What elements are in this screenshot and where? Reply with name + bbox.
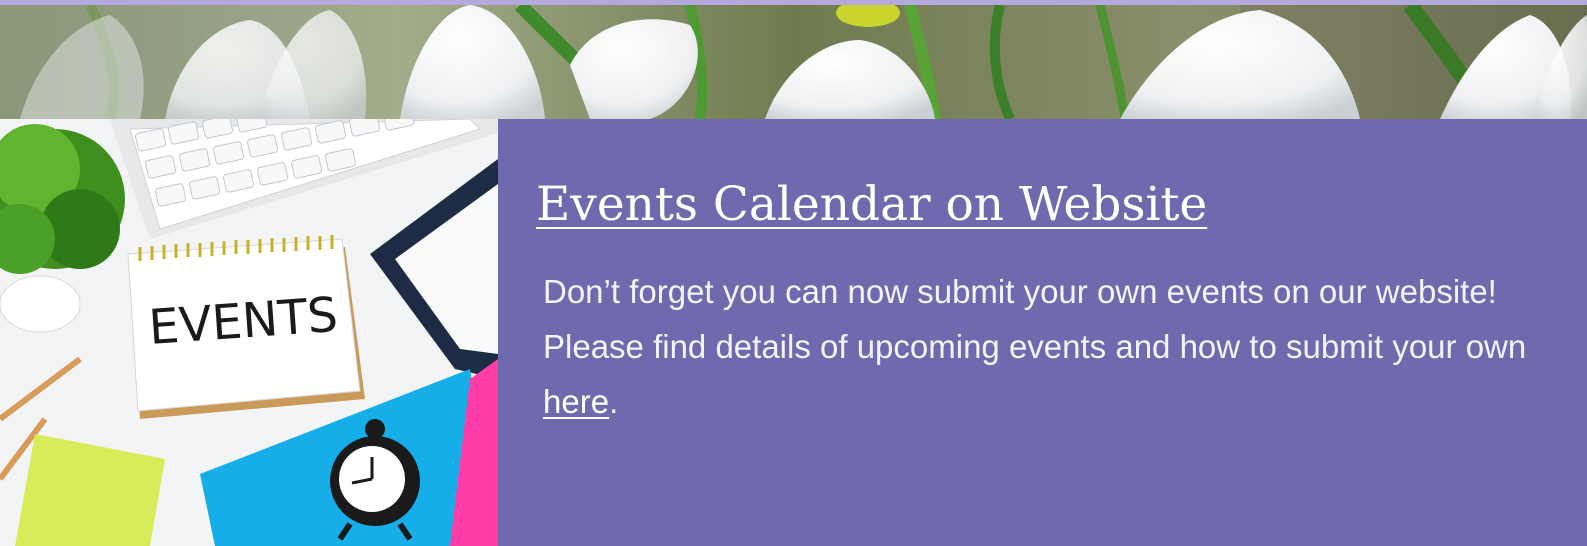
events-notepad: EVENTS (127, 235, 365, 419)
events-description: Don’t forget you can now submit your own… (543, 264, 1583, 429)
snowdrop-banner-image (0, 5, 1587, 119)
events-desk-photo: EVENTS (0, 119, 498, 546)
events-description-text: Don’t forget you can now submit your own… (543, 273, 1527, 365)
events-description-end: . (609, 383, 619, 420)
events-info-panel: Events Calendar on Website Don’t forget … (498, 119, 1587, 546)
here-link[interactable]: here (543, 383, 609, 420)
events-calendar-heading-link[interactable]: Events Calendar on Website (536, 177, 1207, 232)
events-calendar-heading: Events Calendar on Website (536, 171, 1207, 239)
